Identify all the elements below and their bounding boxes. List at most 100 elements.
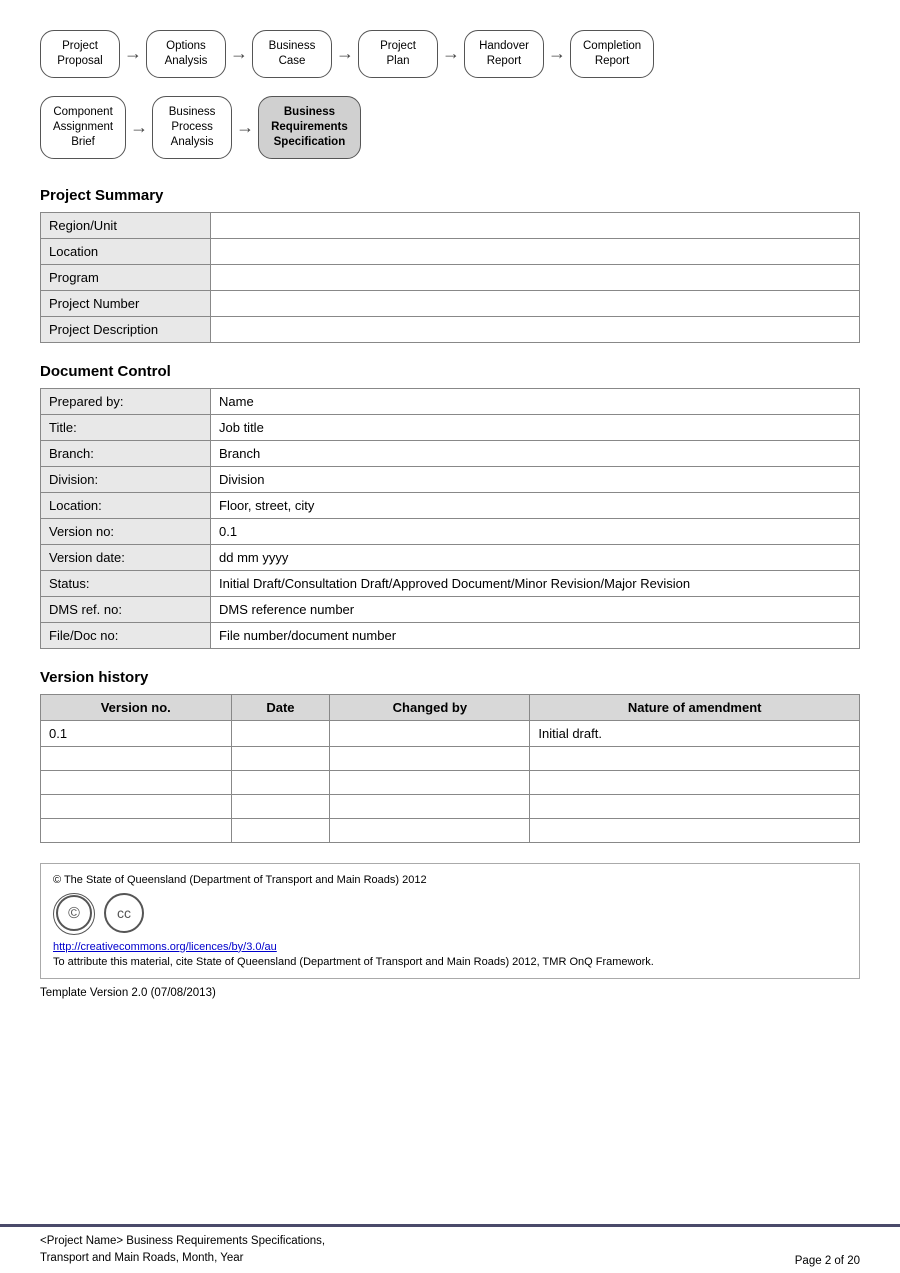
- arrow-6: →: [130, 117, 148, 138]
- summary-label: Region/Unit: [41, 212, 211, 238]
- footer-left: <Project Name> Business Requirements Spe…: [40, 1233, 325, 1268]
- copyright-link[interactable]: http://creativecommons.org/licences/by/3…: [53, 941, 847, 953]
- version-number: 0.1: [41, 720, 232, 746]
- doc-label: Version no:: [41, 518, 211, 544]
- cc-logo-text: cc: [103, 892, 145, 937]
- project-summary-title: Project Summary: [40, 187, 860, 204]
- arrow-1: →: [124, 43, 142, 64]
- version-number: [41, 746, 232, 770]
- version-number: [41, 818, 232, 842]
- version-nature: [530, 794, 860, 818]
- summary-value: [211, 264, 860, 290]
- table-row: [41, 770, 860, 794]
- version-changed-by: [330, 794, 530, 818]
- table-header-row: Version no. Date Changed by Nature of am…: [41, 694, 860, 720]
- version-changed-by: [330, 720, 530, 746]
- version-changed-by: [330, 746, 530, 770]
- doc-label: Location:: [41, 492, 211, 518]
- version-date: [231, 746, 330, 770]
- template-version: Template Version 2.0 (07/08/2013): [40, 987, 860, 999]
- col-nature: Nature of amendment: [530, 694, 860, 720]
- doc-value: Initial Draft/Consultation Draft/Approve…: [211, 570, 860, 596]
- flow-node-project-proposal: ProjectProposal: [40, 30, 120, 78]
- col-version: Version no.: [41, 694, 232, 720]
- table-row: Region/Unit: [41, 212, 860, 238]
- creative-commons-icon: ©: [53, 893, 95, 935]
- footer-line1: <Project Name> Business Requirements Spe…: [40, 1233, 325, 1250]
- table-row: Title: Job title: [41, 414, 860, 440]
- table-row: Project Description: [41, 316, 860, 342]
- arrow-4: →: [442, 43, 460, 64]
- version-nature: [530, 818, 860, 842]
- doc-value: 0.1: [211, 518, 860, 544]
- document-control-title: Document Control: [40, 363, 860, 380]
- version-nature: [530, 746, 860, 770]
- doc-value: Floor, street, city: [211, 492, 860, 518]
- doc-value: DMS reference number: [211, 596, 860, 622]
- flow-node-handover-report: HandoverReport: [464, 30, 544, 78]
- footer-page-number: Page 2 of 20: [795, 1255, 860, 1267]
- table-row: Branch: Branch: [41, 440, 860, 466]
- version-number: [41, 770, 232, 794]
- summary-label: Program: [41, 264, 211, 290]
- arrow-3: →: [336, 43, 354, 64]
- doc-label: Title:: [41, 414, 211, 440]
- table-row: [41, 818, 860, 842]
- svg-text:cc: cc: [117, 905, 131, 921]
- flow-node-component-assignment: ComponentAssignmentBrief: [40, 96, 126, 159]
- arrow-5: →: [548, 43, 566, 64]
- version-history-title: Version history: [40, 669, 860, 686]
- col-date: Date: [231, 694, 330, 720]
- version-changed-by: [330, 770, 530, 794]
- table-row: Location: Floor, street, city: [41, 492, 860, 518]
- version-date: [231, 818, 330, 842]
- flow-node-business-requirements: BusinessRequirementsSpecification: [258, 96, 361, 159]
- table-row: Location: [41, 238, 860, 264]
- table-row: 0.1 Initial draft.: [41, 720, 860, 746]
- arrow-7: →: [236, 117, 254, 138]
- flow-diagram-2: ComponentAssignmentBrief → BusinessProce…: [40, 96, 860, 159]
- table-row: [41, 746, 860, 770]
- flow-node-options-analysis: OptionsAnalysis: [146, 30, 226, 78]
- copyright-line1: © The State of Queensland (Department of…: [53, 874, 847, 886]
- summary-value: [211, 290, 860, 316]
- document-control-table: Prepared by: Name Title: Job title Branc…: [40, 388, 860, 649]
- version-number: [41, 794, 232, 818]
- version-nature: Initial draft.: [530, 720, 860, 746]
- version-date: [231, 770, 330, 794]
- table-row: File/Doc no: File number/document number: [41, 622, 860, 648]
- summary-value: [211, 316, 860, 342]
- doc-value: File number/document number: [211, 622, 860, 648]
- summary-label: Project Number: [41, 290, 211, 316]
- doc-label: File/Doc no:: [41, 622, 211, 648]
- doc-label: Version date:: [41, 544, 211, 570]
- doc-label: Branch:: [41, 440, 211, 466]
- version-date: [231, 720, 330, 746]
- footer-line2: Transport and Main Roads, Month, Year: [40, 1250, 325, 1267]
- doc-label: Division:: [41, 466, 211, 492]
- flow-node-business-case: BusinessCase: [252, 30, 332, 78]
- col-changed-by: Changed by: [330, 694, 530, 720]
- arrow-2: →: [230, 43, 248, 64]
- table-row: Version no: 0.1: [41, 518, 860, 544]
- table-row: Division: Division: [41, 466, 860, 492]
- doc-value: Branch: [211, 440, 860, 466]
- doc-value: Job title: [211, 414, 860, 440]
- summary-label: Location: [41, 238, 211, 264]
- version-date: [231, 794, 330, 818]
- summary-value: [211, 212, 860, 238]
- doc-value: Name: [211, 388, 860, 414]
- summary-value: [211, 238, 860, 264]
- doc-label: Prepared by:: [41, 388, 211, 414]
- flow-node-business-process: BusinessProcessAnalysis: [152, 96, 232, 159]
- summary-label: Project Description: [41, 316, 211, 342]
- flow-node-project-plan: ProjectPlan: [358, 30, 438, 78]
- page-footer: <Project Name> Business Requirements Spe…: [0, 1224, 900, 1273]
- table-row: DMS ref. no: DMS reference number: [41, 596, 860, 622]
- doc-value: Division: [211, 466, 860, 492]
- version-nature: [530, 770, 860, 794]
- table-row: Prepared by: Name: [41, 388, 860, 414]
- doc-value: dd mm yyyy: [211, 544, 860, 570]
- copyright-box: © The State of Queensland (Department of…: [40, 863, 860, 979]
- version-history-table: Version no. Date Changed by Nature of am…: [40, 694, 860, 843]
